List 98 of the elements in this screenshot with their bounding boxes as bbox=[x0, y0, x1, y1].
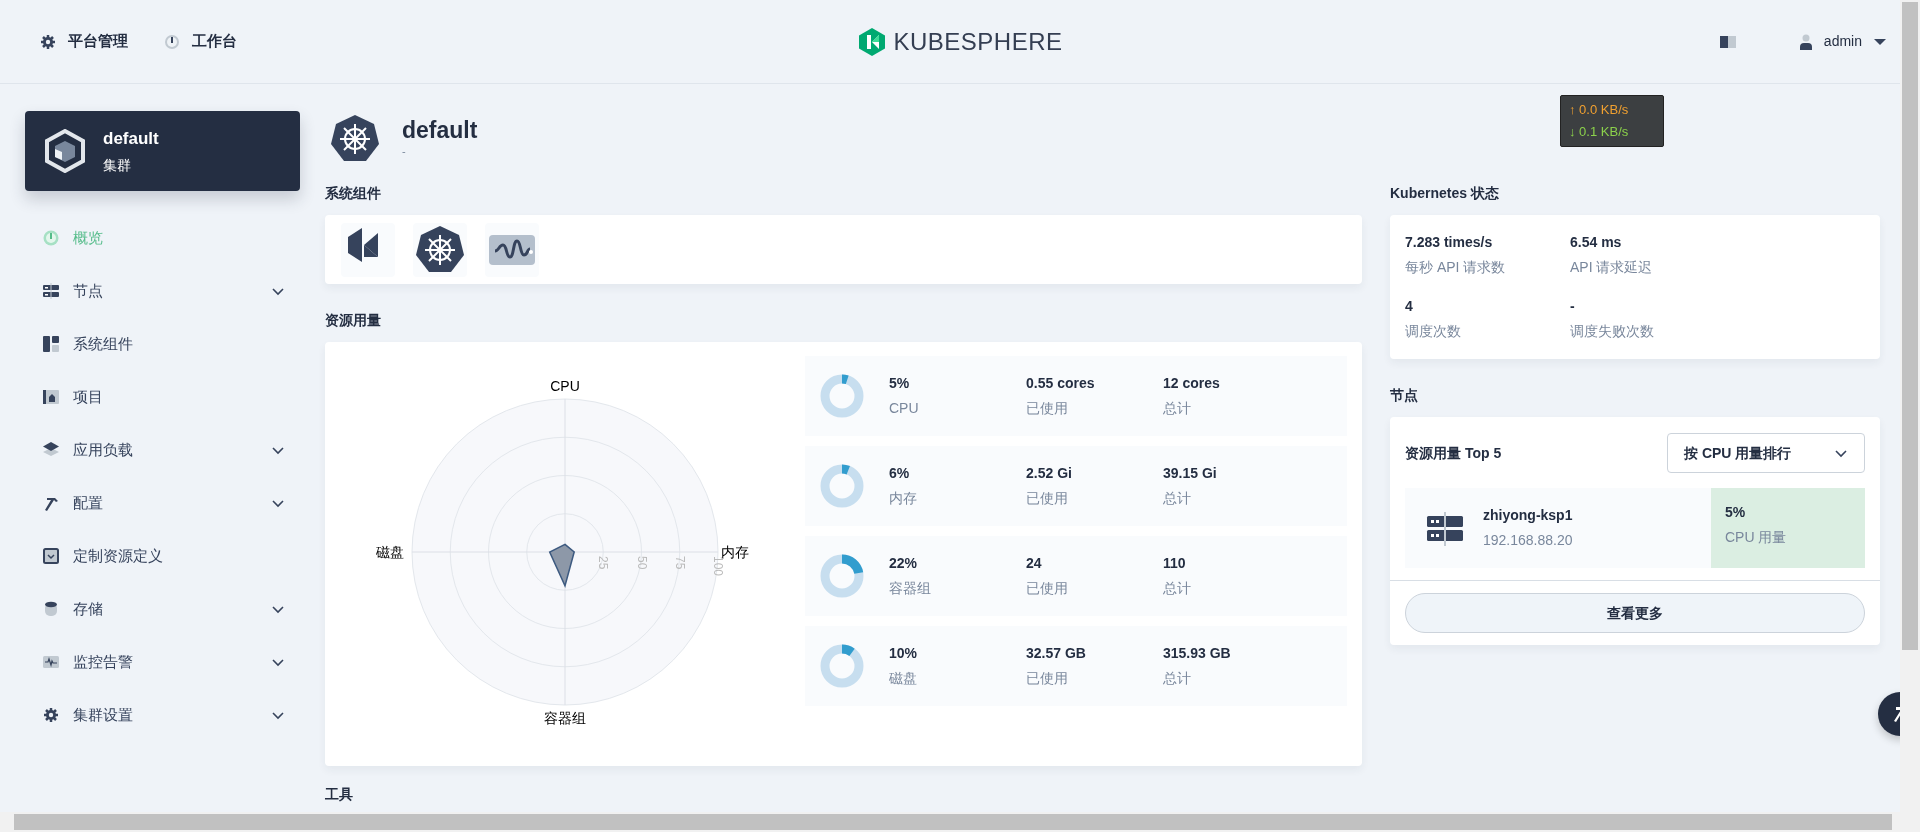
card-title: 资源用量 Top 5 bbox=[1405, 443, 1502, 463]
donut-icon bbox=[819, 373, 865, 419]
node-name: zhiyong-ksp1 bbox=[1483, 506, 1573, 525]
usage-value: 110 bbox=[1163, 554, 1187, 573]
dropdown-box-icon bbox=[43, 548, 59, 564]
user-menu[interactable]: admin bbox=[1799, 31, 1886, 52]
sidebar-item[interactable]: 节点 bbox=[25, 266, 300, 316]
donut-icon bbox=[819, 553, 865, 599]
gauge-icon bbox=[164, 33, 180, 50]
donut-icon bbox=[819, 463, 865, 509]
usage-value: 315.93 GB bbox=[1163, 644, 1232, 663]
grid-icon bbox=[43, 336, 59, 352]
section-title: 工具 bbox=[325, 785, 354, 804]
nav-link[interactable]: 工作台 bbox=[164, 30, 237, 53]
metric-value: 6.54 ms bbox=[1570, 233, 1623, 252]
cluster-type: 集群 bbox=[103, 156, 132, 176]
usage-value: 2.52 Gi bbox=[1026, 464, 1073, 483]
section-title: 系统组件 bbox=[325, 184, 382, 203]
gear-icon bbox=[43, 707, 59, 723]
waveform-icon bbox=[43, 654, 59, 670]
usage-label: 总计 bbox=[1163, 399, 1192, 418]
house-icon bbox=[43, 389, 59, 405]
logo-icon bbox=[857, 26, 888, 57]
tick-label: 50 bbox=[634, 556, 649, 570]
node-row[interactable]: zhiyong-ksp1 192.168.88.20 5% CPU 用量 bbox=[1405, 488, 1865, 568]
metric-value: 7.283 times/s bbox=[1405, 233, 1494, 252]
usage-label: 内存 bbox=[889, 489, 918, 508]
layers-icon bbox=[43, 442, 59, 458]
usage-label: 已使用 bbox=[1026, 669, 1069, 688]
metric-label: API 请求延迟 bbox=[1570, 258, 1654, 277]
usage-label: 总计 bbox=[1163, 489, 1192, 508]
horizontal-scrollbar[interactable] bbox=[0, 812, 1920, 832]
page-description: - bbox=[402, 144, 407, 160]
user-icon bbox=[1799, 33, 1812, 50]
metric-value: 4 bbox=[1405, 297, 1414, 316]
chevron-icon bbox=[1834, 448, 1848, 458]
usage-value: 32.57 GB bbox=[1026, 644, 1087, 663]
logo-text: KUBESPHERE bbox=[893, 26, 1063, 57]
usage-value: 24 bbox=[1026, 554, 1043, 573]
tick-label: 25 bbox=[596, 556, 611, 570]
usage-label: 已使用 bbox=[1026, 399, 1069, 418]
helm-icon bbox=[330, 114, 380, 164]
usage-value: 5% bbox=[889, 374, 911, 393]
sidebar-item[interactable]: 配置 bbox=[25, 478, 300, 528]
usage-label: CPU bbox=[889, 399, 920, 418]
node-usage-label: CPU 用量 bbox=[1725, 528, 1788, 547]
caret-icon bbox=[1874, 37, 1886, 46]
node-usage-value: 5% bbox=[1725, 503, 1747, 522]
sidebar-item[interactable]: 集群设置 bbox=[25, 690, 300, 740]
sidebar-item[interactable]: 项目 bbox=[25, 372, 300, 422]
cluster-name: default bbox=[103, 127, 159, 150]
usage-value: 6% bbox=[889, 464, 911, 483]
metric-label: 调度失败次数 bbox=[1570, 322, 1655, 341]
axis-label: 磁盘 bbox=[376, 544, 404, 560]
cluster-card[interactable]: default 集群 bbox=[25, 111, 300, 191]
metric-value: - bbox=[1570, 297, 1576, 316]
usage-label: 容器组 bbox=[889, 579, 932, 598]
server-icon bbox=[43, 283, 59, 299]
usage-value: 10% bbox=[889, 644, 919, 663]
sidebar-item[interactable]: 存储 bbox=[25, 584, 300, 634]
usage-label: 总计 bbox=[1163, 669, 1192, 688]
usage-value: 12 cores bbox=[1163, 374, 1221, 393]
usage-label: 已使用 bbox=[1026, 579, 1069, 598]
radar-shape bbox=[548, 543, 576, 588]
sidebar-item[interactable]: 定制资源定义 bbox=[25, 531, 300, 581]
axis-label: CPU bbox=[550, 378, 580, 394]
tick-label: 75 bbox=[672, 556, 687, 570]
sidebar-item[interactable]: 系统组件 bbox=[25, 319, 300, 369]
upload-speed: ↑ 0.0 KB/s bbox=[1569, 101, 1630, 119]
section-title: 节点 bbox=[1390, 386, 1419, 405]
nav-link[interactable]: 平台管理 bbox=[40, 30, 128, 53]
database-icon bbox=[43, 601, 59, 617]
axis-label: 容器组 bbox=[544, 710, 586, 726]
sidebar-item[interactable]: 监控告警 bbox=[25, 637, 300, 687]
hammer-icon bbox=[43, 495, 59, 511]
vertical-scrollbar[interactable] bbox=[1900, 0, 1920, 812]
usage-value: 0.55 cores bbox=[1026, 374, 1096, 393]
usage-label: 已使用 bbox=[1026, 489, 1069, 508]
sort-dropdown[interactable]: 按 CPU 用量排行 bbox=[1667, 433, 1865, 473]
gauge-icon bbox=[43, 230, 59, 246]
gear-icon bbox=[40, 33, 56, 50]
usage-value: 22% bbox=[889, 554, 919, 573]
download-speed: ↓ 0.1 KB/s bbox=[1569, 123, 1630, 141]
section-title: 资源用量 bbox=[325, 311, 382, 330]
view-more-button[interactable]: 查看更多 bbox=[1405, 593, 1865, 633]
metric-label: 每秒 API 请求数 bbox=[1405, 258, 1507, 277]
helm-icon bbox=[415, 224, 465, 275]
sidebar-item[interactable]: 应用负载 bbox=[25, 425, 300, 475]
page-title: default bbox=[402, 118, 478, 144]
axis-label: 内存 bbox=[721, 544, 749, 560]
cube-icon bbox=[43, 129, 87, 173]
usage-label: 磁盘 bbox=[889, 669, 918, 688]
node-ip: 192.168.88.20 bbox=[1483, 531, 1573, 550]
usage-label: 总计 bbox=[1163, 579, 1192, 598]
metric-label: 调度次数 bbox=[1405, 322, 1462, 341]
usage-value: 39.15 Gi bbox=[1163, 464, 1218, 483]
donut-icon bbox=[819, 643, 865, 689]
section-title: Kubernetes 状态 bbox=[1390, 184, 1500, 203]
